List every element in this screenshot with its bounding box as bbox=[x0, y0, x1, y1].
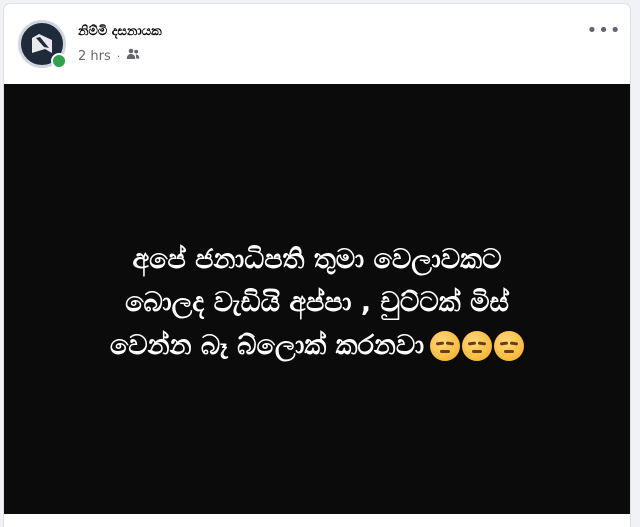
unamused-face-icon bbox=[430, 331, 461, 361]
post-timestamp[interactable]: 2 hrs bbox=[78, 49, 111, 64]
image-text-line: වෙන්න බෑ බ්ලොක් කරනවා bbox=[37, 324, 597, 367]
image-text-line-content: වෙන්න බෑ බ්ලොක් කරනවා bbox=[109, 329, 425, 361]
emoji-row bbox=[430, 331, 525, 361]
post-image[interactable]: අපේ ජනාධිපති තුමා වෙලාවකට බොලද වැඩියි අප… bbox=[4, 84, 630, 514]
image-text: අපේ ජනාධිපති තුමා වෙලාවකට බොලද වැඩියි අප… bbox=[37, 238, 597, 367]
unamused-face-icon bbox=[494, 331, 525, 361]
post-header: නිම්මි දසනායක 2 hrs · ••• bbox=[4, 4, 630, 84]
meta-separator: · bbox=[116, 49, 121, 63]
online-status-indicator bbox=[51, 53, 67, 69]
friends-icon[interactable] bbox=[126, 48, 140, 64]
author-avatar[interactable] bbox=[18, 20, 67, 69]
image-text-line: අපේ ජනාධිපති තුමා වෙලාවකට bbox=[132, 243, 502, 275]
author-name[interactable]: නිම්මි දසනායක bbox=[78, 24, 162, 39]
post-footer-strip bbox=[4, 514, 630, 527]
post-card: නිම්මි දසනායක 2 hrs · ••• අපේ ජනාධිපති ත… bbox=[4, 4, 630, 527]
unamused-face-icon bbox=[462, 331, 493, 361]
image-text-line: බොලද වැඩියි අප්පා , චුට්ටක් මිස් bbox=[125, 286, 509, 318]
more-options-icon[interactable]: ••• bbox=[587, 20, 621, 41]
post-meta: 2 hrs · bbox=[78, 48, 140, 64]
